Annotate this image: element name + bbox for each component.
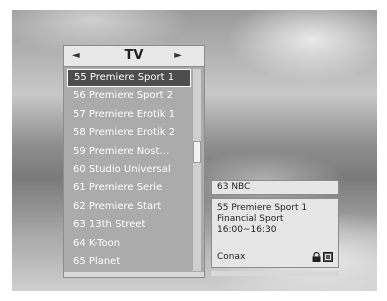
info-header: 63 NBC: [211, 180, 339, 195]
arrow-right-icon[interactable]: ►: [174, 50, 182, 62]
lock-icon: [312, 252, 321, 262]
channel-list-scrollbar[interactable]: [193, 69, 201, 271]
channel-list-panel: ◄ TV ► 55 Premiere Sport 1 56 Premiere S…: [63, 45, 205, 278]
channel-item[interactable]: 65 Planet: [67, 253, 191, 271]
channel-item[interactable]: 63 13th Street: [67, 216, 191, 234]
channel-list-header: ◄ TV ►: [64, 46, 204, 67]
channel-list: 55 Premiere Sport 1 56 Premiere Sport 2 …: [67, 69, 191, 271]
channel-item[interactable]: 59 Premiere Nost…: [67, 143, 191, 161]
channel-item[interactable]: 57 Premiere Erotik 1: [67, 106, 191, 124]
channel-list-title: TV: [124, 48, 144, 63]
channel-item[interactable]: 62 Premiere Start: [67, 198, 191, 216]
channel-item[interactable]: 58 Premiere Erotik 2: [67, 124, 191, 142]
info-footer: [211, 271, 339, 276]
channel-item-selected[interactable]: 55 Premiere Sport 1: [67, 69, 191, 88]
info-time: 16:00~16:30: [217, 225, 277, 235]
channel-item[interactable]: 64 K-Toon: [67, 235, 191, 253]
info-channel: 55 Premiere Sport 1: [217, 203, 308, 213]
scrambled-icon: [323, 252, 333, 262]
channel-list-footer: [64, 272, 204, 277]
ca-system-label: Conax: [217, 252, 246, 262]
scrollbar-thumb[interactable]: [193, 141, 201, 163]
ca-row: Conax: [217, 252, 333, 263]
channel-item[interactable]: 60 Studio Universal: [67, 161, 191, 179]
info-program: Financial Sport: [217, 214, 284, 224]
channel-item[interactable]: 61 Premiere Serie: [67, 179, 191, 197]
program-info-panel: 55 Premiere Sport 1 Financial Sport 16:0…: [211, 198, 339, 268]
channel-item[interactable]: 56 Premiere Sport 2: [67, 87, 191, 105]
tv-screen: ◄ TV ► 55 Premiere Sport 1 56 Premiere S…: [12, 10, 377, 291]
